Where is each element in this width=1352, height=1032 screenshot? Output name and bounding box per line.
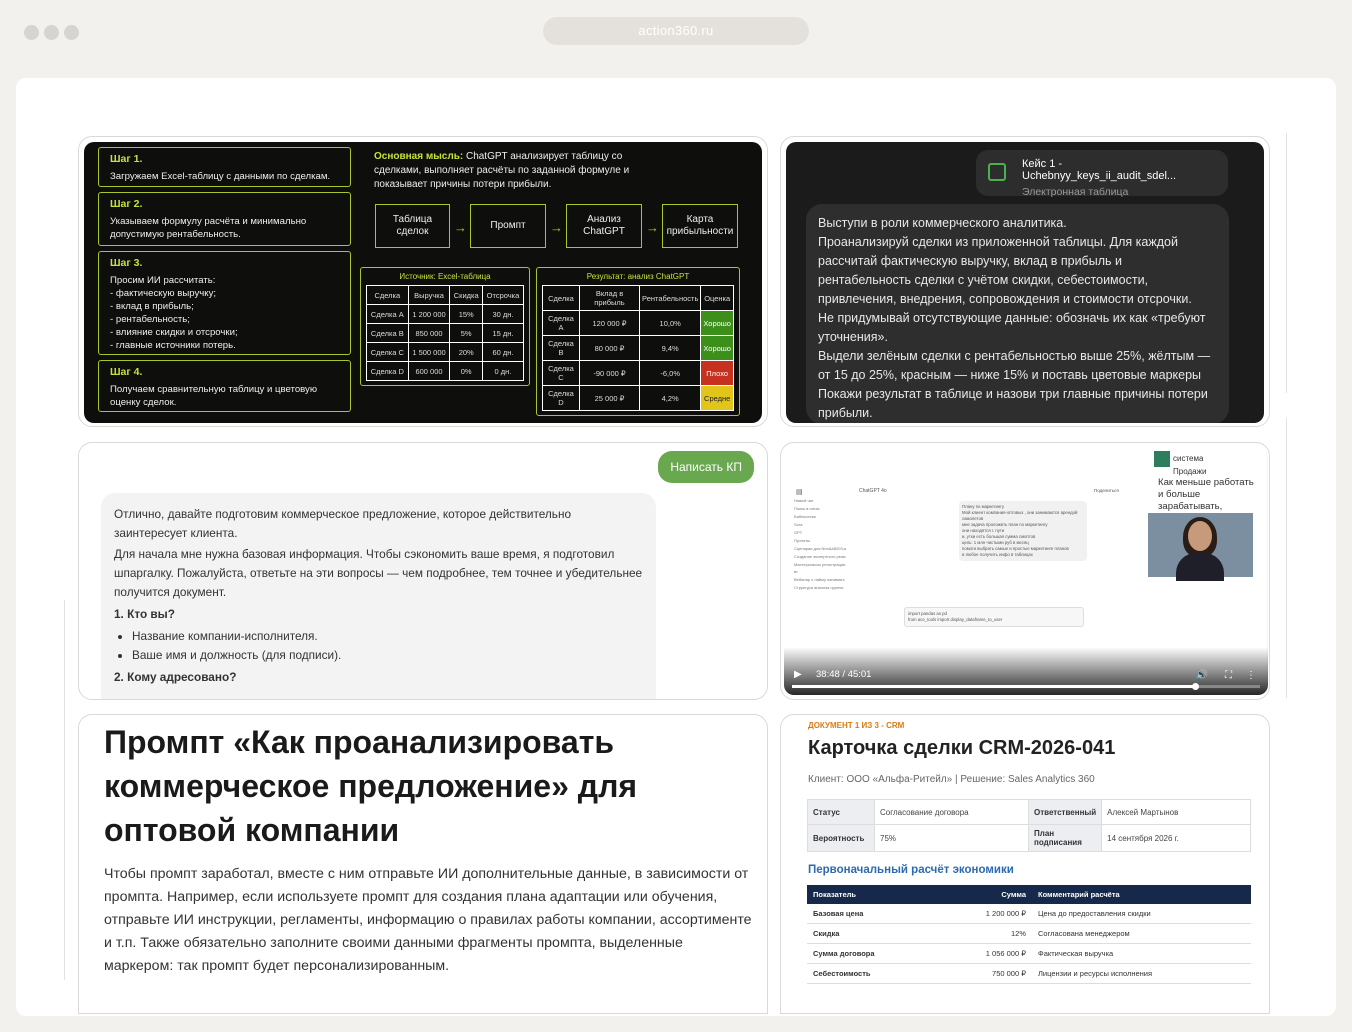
main-idea: Основная мысль: ChatGPT анализирует табл… [374,151,630,190]
source-table: Источник: Excel-таблица Сделка Выручка Ски… [360,267,530,386]
attached-file[interactable]: Кейс 1 - Uchebnyy_keys_ii_audit_sdel... … [976,150,1228,198]
arrow-icon: → [550,220,563,235]
video-progress-bar[interactable] [792,683,1260,690]
grade-badge: Плохо [700,360,734,386]
window-maximize-dot[interactable] [64,25,79,40]
divider [1286,418,1287,698]
steps-infographic: Шаг 1. Загружаем Excel-таблицу с данными … [84,142,762,423]
spreadsheet-icon [988,163,1006,181]
table-row: Сделка A 120 000 ₽10,0% Хорошо [542,310,734,336]
grade-badge: Средне [700,385,734,411]
chatgpt-sidebar: Новый чат Поиск в чатах Библиотека Sora GPT П… [794,498,847,590]
deal-info-table: Статус Согласование договора Ответственный… [807,799,1251,852]
divider [64,600,65,980]
video-time: 38:48 / 45:01 [816,669,872,680]
article-card: Промпт «Как проанализировать коммерческо… [78,714,768,1014]
video-progress-handle[interactable] [1192,683,1200,690]
dark-chat-card[interactable]: Кейс 1 - Uchebnyy_keys_ii_audit_sdel... … [780,136,1270,427]
fullscreen-icon[interactable]: ⛶ [1225,670,1232,681]
window-close-dot[interactable] [24,25,39,40]
article-title: Промпт «Как проанализировать коммерческо… [104,724,638,848]
table-row: Сделка D 25 000 ₽4,2% Средне [542,385,734,411]
step-3: Шаг 3.Просим ИИ рассчитать: фактическую … [98,251,351,355]
flow-step-table: Таблица сделок [375,204,450,248]
dark-chat-screen: Кейс 1 - Uchebnyy_keys_ii_audit_sdel... … [786,142,1264,423]
table-row: Сделка A1 200 000 15% 30 дн. [366,304,525,324]
presenter-video [1148,513,1253,581]
step-1: Шаг 1. Загружаем Excel-таблицу с данными … [98,147,351,187]
flow-step-prompt: Промпт [470,204,546,248]
table-row: Сделка C -90 000 ₽ -6,0% Плохо [542,360,734,386]
browser-toolbar: action360.ru [0,0,1352,60]
play-icon[interactable]: ▶ [794,669,802,680]
crm-subtitle: Клиент: ООО «Альфа-Ритейл» | Решение: Sa… [808,774,1095,785]
grade-badge: Хорошо [700,310,734,336]
table-row: Себестоимость 750 000 ₽ Лицензии и ресурсы… [807,963,1251,984]
arrow-icon: → [454,220,467,235]
steps-infographic-card[interactable]: Шаг 1. Загружаем Excel-таблицу с данными … [78,136,768,427]
user-prompt-message: Выступи в роли коммерческого аналитика. … [806,204,1229,423]
prompt-bubble: Плану по маркетингу Мой клиент компания-о… [959,501,1087,561]
more-options-icon[interactable]: ⋮ [1246,670,1256,681]
article-body: Чтобы промпт заработал, вместе с ним отп… [104,866,752,974]
table-row: Сделка B 80 000 ₽9,4% Хорошо [542,335,734,361]
table-row: Базовая цена 1 200 000 ₽ Цена до предостав… [807,904,1251,924]
table-row: Скидка 12% Согласована менеджером [807,923,1251,944]
result-table: Результат: анализ ChatGPT Сделка Вклад в … [536,267,740,416]
grade-badge: Хорошо [700,335,734,361]
flow-step-analysis: Анализ ChatGPT [566,204,642,248]
table-row: Сделка D 600 000 0% 0 дн. [366,361,525,381]
document-tag: ДОКУМЕНТ 1 ИЗ 3 - CRM [808,721,905,730]
code-block: import pandas as pd from ace_tools import… [904,607,1084,627]
assistant-message: Отлично, давайте подготовим коммерческое… [101,493,656,699]
light-chat-card[interactable]: Написать КП Отлично, давайте подготовим … [78,442,768,700]
video-controls: ▶ 38:48 / 45:01 🔊 ⛶ ⋮ [784,647,1268,695]
list-item: Название компании-исполнителя. [132,627,643,646]
economics-table: Показатель Сумма Комментарий расчёта Базов… [807,885,1251,984]
table-row: Сделка C1 500 000 20% 60 дн. [366,342,525,362]
sistema-prodazhi-logo: система Продажи [1154,451,1206,476]
address-bar[interactable]: action360.ru [543,17,809,45]
table-row: Вероятность 75% План подписания 14 сентября… [807,824,1251,852]
window-minimize-dot[interactable] [44,25,59,40]
page-content: Шаг 1. Загружаем Excel-таблицу с данными … [16,78,1336,1016]
table-row: Сумма договора 1 056 000 ₽ Фактическая выр… [807,943,1251,964]
table-row: Статус Согласование договора Ответственный… [807,799,1251,825]
divider [1286,133,1287,393]
flow-step-map: Карта прибыльности [662,204,738,248]
crm-document-card[interactable]: ДОКУМЕНТ 1 ИЗ 3 - CRM Карточка сделки CR… [780,714,1270,1014]
arrow-icon: → [646,220,659,235]
step-4: Шаг 4. Получаем сравнительную таблицу и ц… [98,360,351,412]
step-2: Шаг 2. Указываем формулу расчёта и минима… [98,192,351,246]
crm-title: Карточка сделки CRM-2026-041 [808,737,1116,759]
video-progress-fill [792,685,1196,688]
file-type: Электронная таблица [1022,186,1129,198]
section-heading: Первоначальный расчёт экономики [808,864,1014,876]
video-card[interactable]: ▤ ChatGPT 4o Поделиться Новый чат Поиск в… [780,442,1270,700]
table-row: Сделка B 850 000 5% 15 дн. [366,323,525,343]
volume-icon[interactable]: 🔊 [1196,670,1208,681]
list-item: Ваше имя и должность (для подписи). [132,646,643,665]
video-player[interactable]: ▤ ChatGPT 4o Поделиться Новый чат Поиск в… [784,447,1268,695]
source-table-title: Источник: Excel-таблица [399,272,491,281]
write-proposal-button[interactable]: Написать КП [658,451,754,483]
file-name: Кейс 1 - Uchebnyy_keys_ii_audit_sdel... [1022,158,1177,182]
sidebar-icon: ▤ [796,489,803,496]
result-table-title: Результат: анализ ChatGPT [586,272,690,281]
